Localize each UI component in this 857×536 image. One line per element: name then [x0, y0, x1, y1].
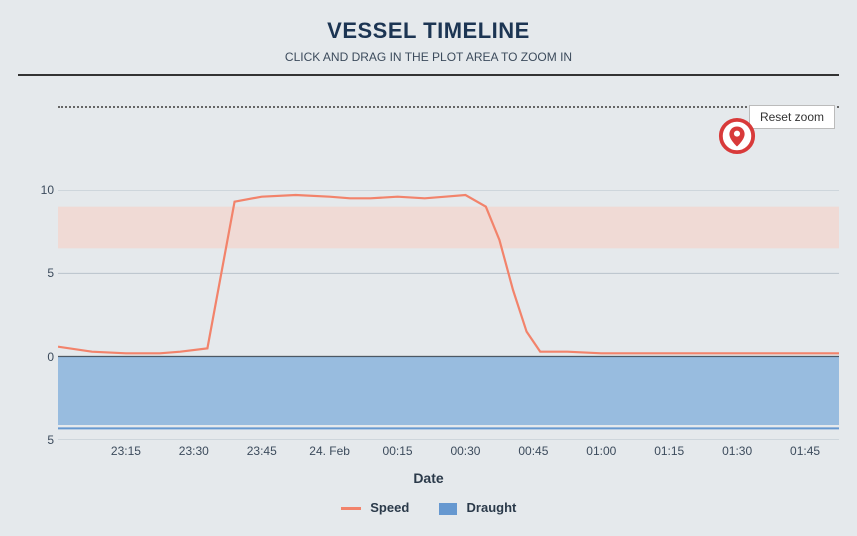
- x-tick-label: 24. Feb: [309, 444, 350, 458]
- plot-area[interactable]: [58, 190, 839, 440]
- x-tick-label: 23:30: [179, 444, 209, 458]
- legend-speed-label: Speed: [370, 500, 409, 515]
- x-tick-label: 00:45: [518, 444, 548, 458]
- title-rule: [18, 74, 839, 76]
- x-tick-label: 01:30: [722, 444, 752, 458]
- chart-subtitle: CLICK AND DRAG IN THE PLOT AREA TO ZOOM …: [0, 50, 857, 64]
- x-axis-ticks: 23:15 23:30 23:45 24. Feb 00:15 00:30 00:45 01:…: [58, 444, 839, 464]
- legend-speed-swatch-icon: [341, 507, 361, 510]
- y-tick-label: 5: [34, 433, 54, 447]
- x-tick-label: 00:30: [450, 444, 480, 458]
- x-tick-label: 23:45: [247, 444, 277, 458]
- pin-marker-icon[interactable]: [718, 117, 756, 155]
- y-tick-label: 0: [34, 350, 54, 364]
- legend-draught-swatch-icon: [439, 503, 457, 515]
- x-tick-label: 01:15: [654, 444, 684, 458]
- y-tick-label: 10: [34, 183, 54, 197]
- dotted-rule: [58, 106, 839, 108]
- x-tick-label: 23:15: [111, 444, 141, 458]
- x-tick-label: 01:45: [790, 444, 820, 458]
- reset-zoom-button[interactable]: Reset zoom: [749, 105, 835, 129]
- x-tick-label: 01:00: [586, 444, 616, 458]
- chart-legend: Speed Draught: [0, 500, 857, 515]
- x-tick-label: 00:15: [383, 444, 413, 458]
- x-axis-label: Date: [0, 470, 857, 486]
- vessel-timeline-panel: VESSEL TIMELINE CLICK AND DRAG IN THE PL…: [0, 0, 857, 536]
- legend-draught-label: Draught: [467, 500, 517, 515]
- y-tick-label: 5: [34, 266, 54, 280]
- chart-title: VESSEL TIMELINE: [0, 0, 857, 44]
